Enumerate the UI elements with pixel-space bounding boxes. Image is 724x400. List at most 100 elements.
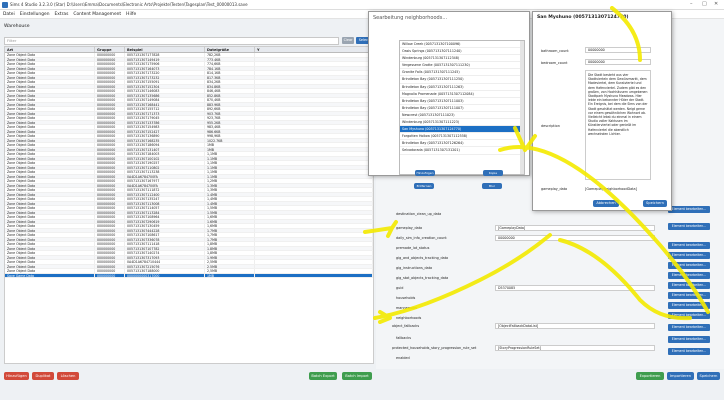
property-value[interactable]: [ObjectFallbackDataList] [495, 323, 655, 329]
neighborhood-list-item[interactable]: Brindleton Bay (0057131307111263) [400, 84, 524, 91]
edit-element-button[interactable]: Element bearbeiten... [668, 348, 710, 355]
table-cell [255, 255, 373, 259]
window-title: Sims 4 Studio 3.2.3.0 (Star) D:\Users\Em… [10, 2, 248, 7]
table-cell: 0057131307135247 [125, 197, 205, 201]
table-cell [255, 143, 373, 147]
neighborhood-list-item[interactable]: San Myshuno (0057131307124770) [400, 126, 524, 134]
table-cell: 2,5MB [205, 260, 255, 264]
edit-element-button[interactable]: Element bearbeiten... [668, 336, 710, 343]
table-cell: 0057131307133786 [125, 120, 205, 124]
table-cell: 0057131307149084 [125, 98, 205, 102]
col-art[interactable]: Art [5, 47, 95, 52]
property-value[interactable]: [StoryProgressionRuleSet] [495, 345, 655, 351]
menu-extras[interactable]: Extras [54, 12, 68, 17]
property-value[interactable]: [GameplayData] [495, 225, 655, 231]
table-cell [255, 192, 373, 196]
detail-save-button[interactable]: Speichern [643, 200, 667, 207]
property-value[interactable]: 00000000 [495, 235, 655, 241]
table-cell [255, 84, 373, 88]
dialog-remove-button[interactable]: Entfernen [414, 183, 434, 189]
col-y[interactable]: Y [255, 47, 373, 52]
property-label: enabled [396, 356, 410, 360]
bathroom-count-input[interactable]: 00000000 [585, 47, 651, 53]
warehouse-filter-input[interactable]: Filter [4, 37, 339, 45]
edit-element-button[interactable]: Element bearbeiten... [668, 292, 710, 299]
table-cell: 1MB [205, 273, 255, 277]
table-cell: 000000000 [95, 197, 125, 201]
table-cell: Save Game Data [5, 273, 95, 277]
neighborhood-list[interactable]: Willow Creek (0057131307100096) Oasis Spr… [399, 40, 525, 175]
edit-element-button[interactable]: Element bearbeiten... [668, 324, 710, 331]
list-scrollbar[interactable] [520, 41, 524, 174]
neighborhood-list-item[interactable]: Brindleton Bay (0057131307111007) [400, 105, 524, 112]
duplicate-button[interactable]: Duplikat [32, 372, 54, 380]
edit-element-button[interactable]: Element bearbeiten... [668, 302, 710, 309]
maximize-icon[interactable]: □ [702, 1, 707, 7]
import-button[interactable]: Importieren [667, 372, 694, 380]
neighborhood-list-item[interactable]: Magnolia Promenade (0057131307112084) [400, 91, 524, 98]
col-gruppe[interactable]: Gruppe [95, 47, 125, 52]
neighborhood-list-item[interactable]: Granite Falls (0057131307111245) [400, 69, 524, 77]
neighborhood-list-item[interactable]: Selvadorada (0057131307131201) [400, 147, 524, 155]
neighborhood-list-item[interactable]: Forgotten Hollow (0057131307112558) [400, 133, 524, 141]
table-cell: 773,4KB [205, 57, 255, 61]
edit-element-button[interactable]: Element bearbeiten... [668, 252, 710, 259]
property-value[interactable]: D5370085 [495, 285, 655, 291]
menu-einstellungen[interactable]: Einstellungen [20, 12, 50, 17]
neighborhood-list-item[interactable]: Willow Creek (0057131307100096) [400, 41, 524, 49]
neighborhood-list-item[interactable]: Vergessene Grotte (0057131307111230) [400, 62, 524, 70]
edit-element-button[interactable]: Element bearbeiten... [668, 282, 710, 289]
col-beispiel[interactable]: Beispiel [125, 47, 205, 52]
bedroom-count-input[interactable]: 00000000 [585, 59, 651, 65]
edit-element-button[interactable]: Element bearbeiten... [668, 223, 710, 230]
description-textarea[interactable]: Die Stadt besteht aus vier Stadtvierteln… [585, 70, 651, 180]
neighborhood-list-item[interactable]: Brindleton Bay (0057131307111250) [400, 76, 524, 84]
col-dateigroesse[interactable]: Dateigröße [205, 47, 255, 52]
table-cell: 0057131307111872 [125, 188, 205, 192]
neighborhood-list-item[interactable]: Windenburg (0057131307111223) [400, 119, 524, 127]
property-label: households [396, 296, 416, 300]
edit-element-button[interactable]: Element bearbeiten... [668, 312, 710, 319]
edit-element-button[interactable]: Element bearbeiten... [668, 262, 710, 269]
dialog-add-button[interactable]: Hinzufügen [415, 170, 435, 176]
neighborhood-list-item[interactable]: Brindleton Bay (0057131307126264) [400, 140, 524, 148]
delete-button[interactable]: Löschen [57, 372, 79, 380]
table-cell [255, 237, 373, 241]
export-button[interactable]: Exportieren [636, 372, 664, 380]
neighborhood-list-item[interactable]: Brindleton Bay (0057131307111003) [400, 98, 524, 105]
property-label: gig_stat_objects_tracking_data [396, 276, 449, 280]
cancel-button[interactable]: Abbrechen [593, 200, 619, 207]
table-cell: 000000000 [95, 125, 125, 129]
table-cell: 000000000 [95, 89, 125, 93]
menu-datei[interactable]: Datei [3, 12, 15, 17]
add-button[interactable]: Hinzufügen [4, 372, 29, 380]
table-cell: 846,4KB [205, 89, 255, 93]
clear-button[interactable]: Clear [342, 37, 354, 44]
menu-content-management[interactable]: Content Management [73, 12, 121, 17]
menu-hilfe[interactable]: Hilfe [126, 12, 136, 17]
table-cell [255, 251, 373, 255]
table-cell: Zone Object Data [5, 156, 95, 160]
table-cell: 955,2KB [205, 120, 255, 124]
close-icon[interactable]: ✕ [714, 1, 718, 7]
table-cell: 1,7MB [205, 228, 255, 232]
edit-element-button[interactable]: Element bearbeiten... [668, 272, 710, 279]
dialog-copy-button[interactable]: Kopie [483, 170, 503, 176]
table-cell: 000000000 [95, 102, 125, 106]
table-cell [255, 53, 373, 57]
dialog-blur-button[interactable]: Blur [482, 183, 502, 189]
edit-element-button[interactable]: Element bearbeiten... [668, 206, 710, 213]
neighborhood-list-item[interactable]: Newcrest (0057131307111023) [400, 112, 524, 120]
edit-element-button[interactable]: Element bearbeiten... [668, 242, 710, 249]
save-button[interactable]: Speichern [697, 372, 720, 380]
table-cell: 000000000 [95, 161, 125, 165]
table-row[interactable]: Save Game Data 000000000 0000000000317000 1… [5, 273, 373, 278]
table-cell: 000000000 [95, 188, 125, 192]
table-cell: 986,6KB [205, 129, 255, 133]
neighborhood-list-item[interactable]: Windenburg (0057131307112348) [400, 55, 524, 63]
neighborhood-list-item[interactable]: Oasis Springs (0057131307111240) [400, 48, 524, 56]
table-cell: 834,8KB [205, 84, 255, 88]
batch-import-button[interactable]: Batch Import [342, 372, 372, 380]
batch-export-button[interactable]: Batch Export [309, 372, 337, 380]
minimize-icon[interactable]: – [690, 1, 693, 7]
